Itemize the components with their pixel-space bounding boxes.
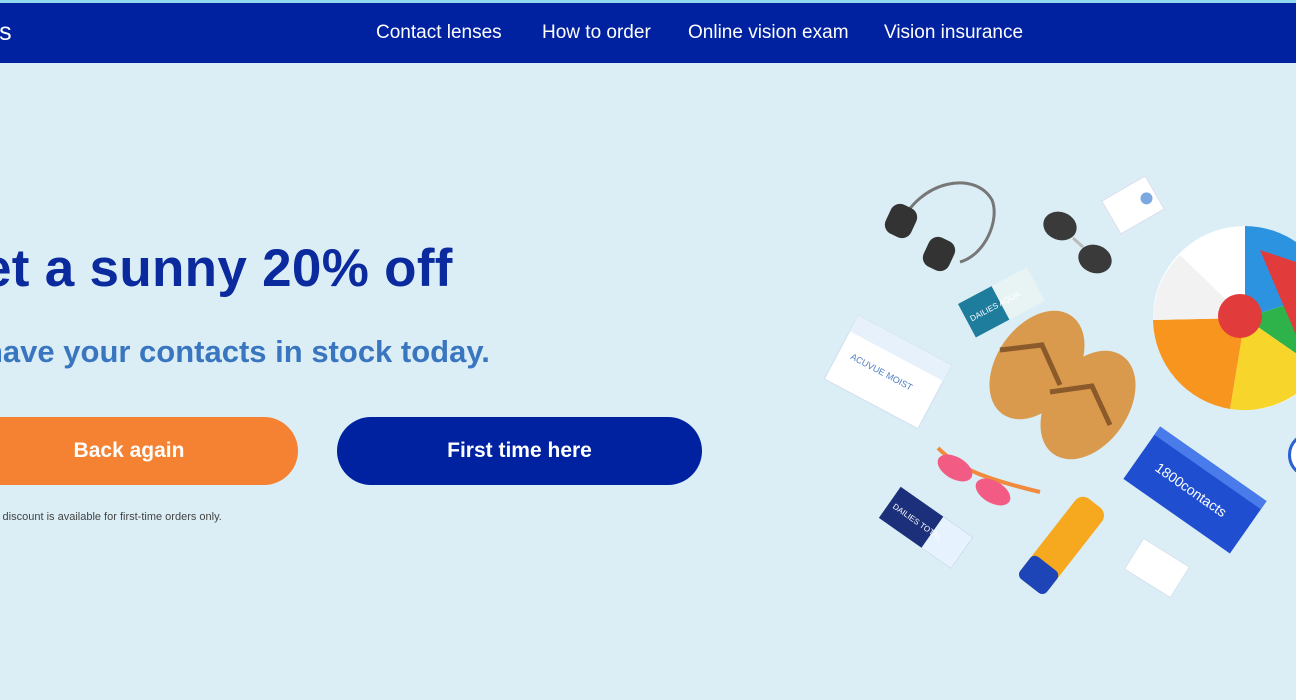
first-time-here-button[interactable]: First time here bbox=[337, 417, 702, 485]
summer-products-illustration: DAILIES AQUA ACUVUE MOIST 1800contacts D… bbox=[800, 150, 1296, 620]
contact-box-bottom-icon bbox=[1123, 537, 1191, 599]
swim-goggles-icon bbox=[884, 181, 996, 272]
dailies-total-box-icon: DAILIES TOTAL bbox=[878, 486, 973, 569]
contact-box-small-icon bbox=[1101, 175, 1165, 235]
acuvue-moist-box-icon: ACUVUE MOIST bbox=[823, 314, 953, 430]
nav-contact-lenses[interactable]: Contact lenses bbox=[376, 22, 502, 44]
back-again-button[interactable]: Back again bbox=[0, 417, 298, 485]
1800contacts-box-icon: 1800contacts bbox=[1123, 426, 1267, 554]
nav-how-to-order[interactable]: How to order bbox=[542, 22, 651, 44]
top-navigation-bar: ts Contact lenses How to order Online vi… bbox=[0, 3, 1296, 63]
pink-swim-goggles-icon bbox=[936, 446, 1041, 506]
nav-online-vision-exam[interactable]: Online vision exam bbox=[688, 22, 849, 44]
discount-disclaimer: s discount is available for first-time o… bbox=[0, 511, 222, 523]
beach-ball-icon bbox=[1153, 226, 1296, 411]
sunglasses-icon bbox=[1043, 211, 1112, 274]
nav-vision-insurance[interactable]: Vision insurance bbox=[884, 22, 1023, 44]
sunscreen-bottle-icon bbox=[1019, 496, 1104, 595]
main-nav: Contact lenses How to order Online visio… bbox=[0, 22, 1296, 46]
hero-subheadline: have your contacts in stock today. bbox=[0, 334, 490, 369]
hero-headline: et a sunny 20% off bbox=[0, 239, 453, 298]
